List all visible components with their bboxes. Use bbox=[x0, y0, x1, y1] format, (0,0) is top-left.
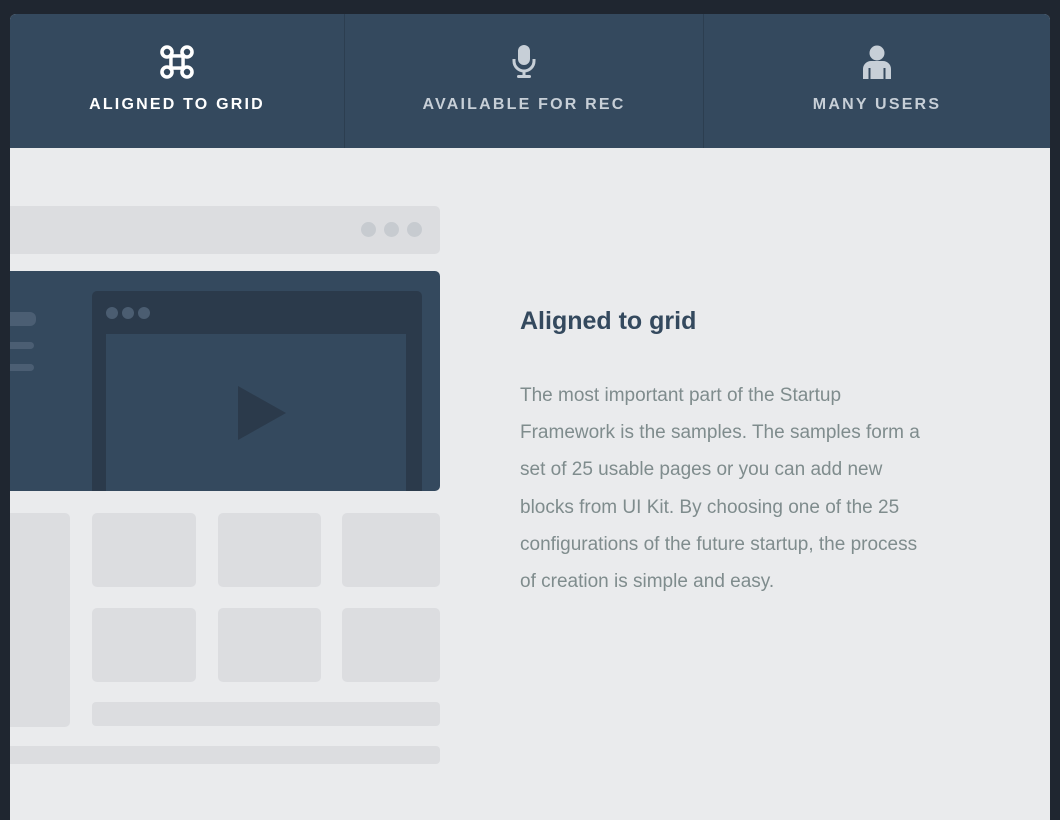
tab-available-for-rec[interactable]: AVAILABLE FOR REC bbox=[344, 14, 703, 148]
video-screen bbox=[106, 334, 406, 491]
tab-many-users[interactable]: MANY USERS bbox=[703, 14, 1050, 148]
menu-line bbox=[10, 342, 34, 349]
menu-line bbox=[10, 312, 36, 326]
tab-label: AVAILABLE FOR REC bbox=[422, 96, 626, 113]
window-dot bbox=[384, 222, 399, 237]
feature-title: Aligned to grid bbox=[520, 307, 697, 335]
feature-text: The most important part of the Startup F… bbox=[520, 385, 920, 593]
window-dot bbox=[361, 222, 376, 237]
hero-block bbox=[10, 271, 440, 491]
tile-placeholder bbox=[218, 513, 321, 587]
tile-placeholder bbox=[92, 608, 196, 682]
tab-label: ALIGNED TO GRID bbox=[89, 96, 265, 113]
browser-address-bar bbox=[10, 206, 440, 254]
window-dot bbox=[407, 222, 422, 237]
window-dot bbox=[122, 307, 134, 319]
tile-placeholder bbox=[92, 513, 196, 587]
tile-placeholder bbox=[342, 513, 440, 587]
microphone-icon bbox=[511, 44, 537, 80]
content-bar-placeholder bbox=[92, 702, 440, 726]
feature-tab-bar: ALIGNED TO GRID AVAILABLE FOR REC MANY U… bbox=[10, 14, 1050, 148]
sidebar-placeholder bbox=[10, 513, 70, 727]
tab-aligned-to-grid[interactable]: ALIGNED TO GRID bbox=[10, 14, 344, 148]
tile-placeholder bbox=[342, 608, 440, 682]
command-icon bbox=[159, 44, 195, 80]
footer-bar-placeholder bbox=[10, 746, 440, 764]
window-dot bbox=[106, 307, 118, 319]
tab-label: MANY USERS bbox=[812, 96, 942, 113]
video-window bbox=[92, 291, 422, 491]
window-dot bbox=[138, 307, 150, 319]
play-icon bbox=[238, 386, 286, 440]
feature-description: Aligned to grid The most important part … bbox=[520, 306, 920, 600]
tile-placeholder bbox=[218, 608, 321, 682]
layout-illustration bbox=[10, 148, 470, 820]
user-icon bbox=[861, 44, 893, 80]
menu-line bbox=[10, 364, 34, 371]
app-frame: ALIGNED TO GRID AVAILABLE FOR REC MANY U… bbox=[10, 14, 1050, 820]
